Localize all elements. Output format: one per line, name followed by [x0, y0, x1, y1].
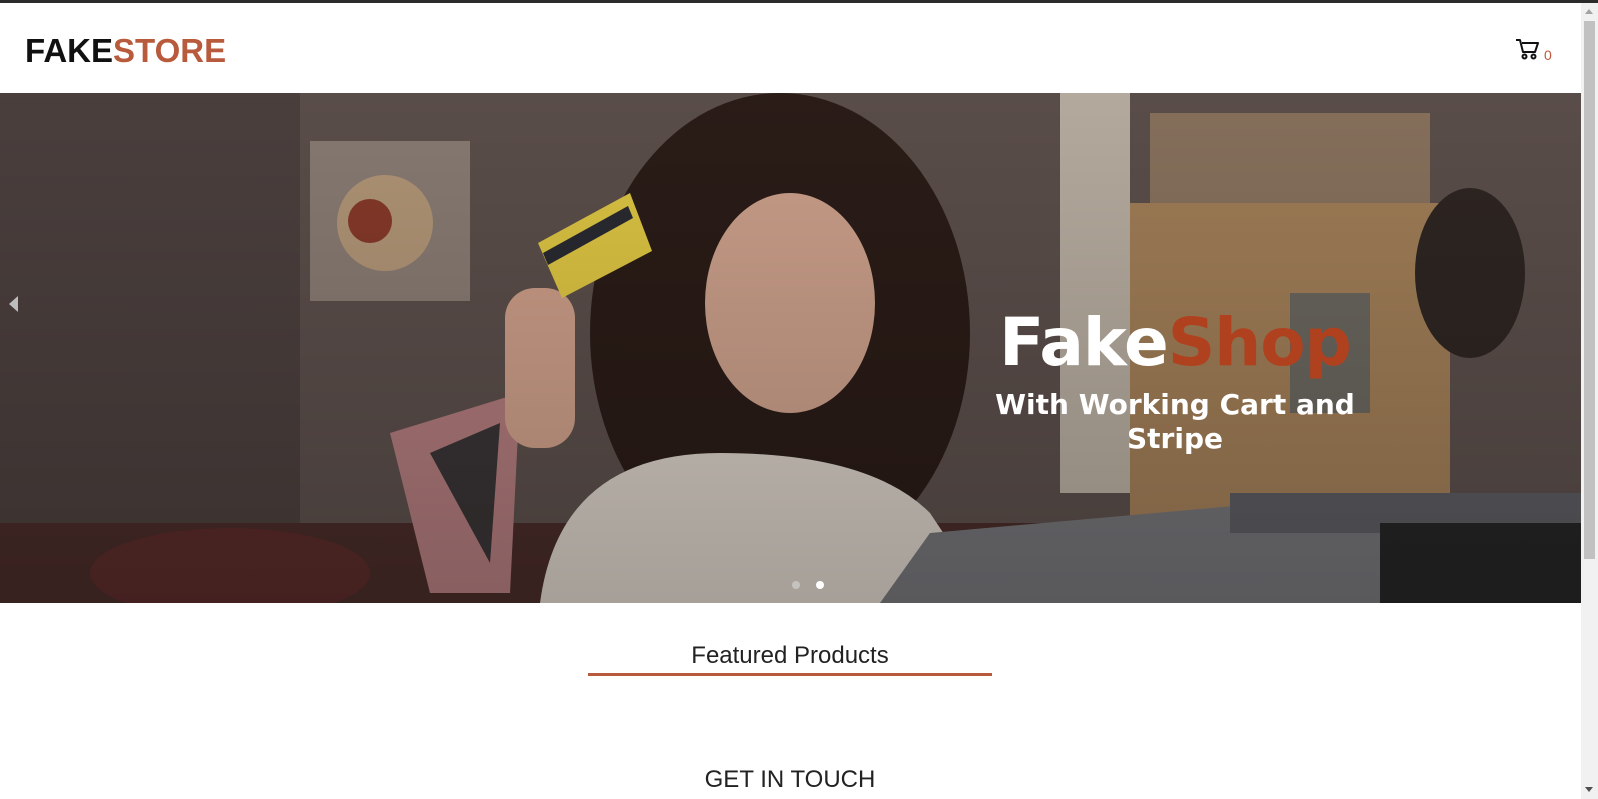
- brand-logo[interactable]: FAKESTORE: [25, 31, 226, 71]
- scroll-thumb[interactable]: [1584, 21, 1595, 559]
- brand-logo-part2: STORE: [113, 32, 227, 69]
- cart-button[interactable]: 0: [1515, 37, 1559, 65]
- hero-carousel: FakeShop With Working Cart and Stripe: [0, 93, 1581, 603]
- get-in-touch-heading: GET IN TOUCH: [704, 766, 876, 793]
- carousel-dot-1[interactable]: [792, 581, 800, 589]
- hero-subtitle: With Working Cart and Stripe: [995, 388, 1355, 455]
- carousel-indicators: [792, 576, 840, 589]
- hero-title-part1: Fake: [999, 304, 1169, 381]
- cart-count: 0: [1544, 47, 1552, 63]
- featured-products-heading: Featured Products: [691, 642, 889, 669]
- carousel-prev-icon[interactable]: [9, 296, 18, 312]
- navbar: FAKESTORE 0: [0, 3, 1581, 93]
- hero-title: FakeShop: [985, 303, 1365, 383]
- brand-logo-part1: FAKE: [25, 32, 114, 69]
- carousel-dot-2[interactable]: [816, 581, 824, 589]
- scroll-up-arrow-icon[interactable]: [1585, 9, 1593, 14]
- featured-heading-underline: [588, 673, 992, 676]
- hero-title-part2: Shop: [1167, 304, 1352, 381]
- cart-icon: [1516, 39, 1539, 60]
- page-scrollbar[interactable]: [1581, 3, 1598, 799]
- scroll-down-arrow-icon[interactable]: [1585, 787, 1593, 792]
